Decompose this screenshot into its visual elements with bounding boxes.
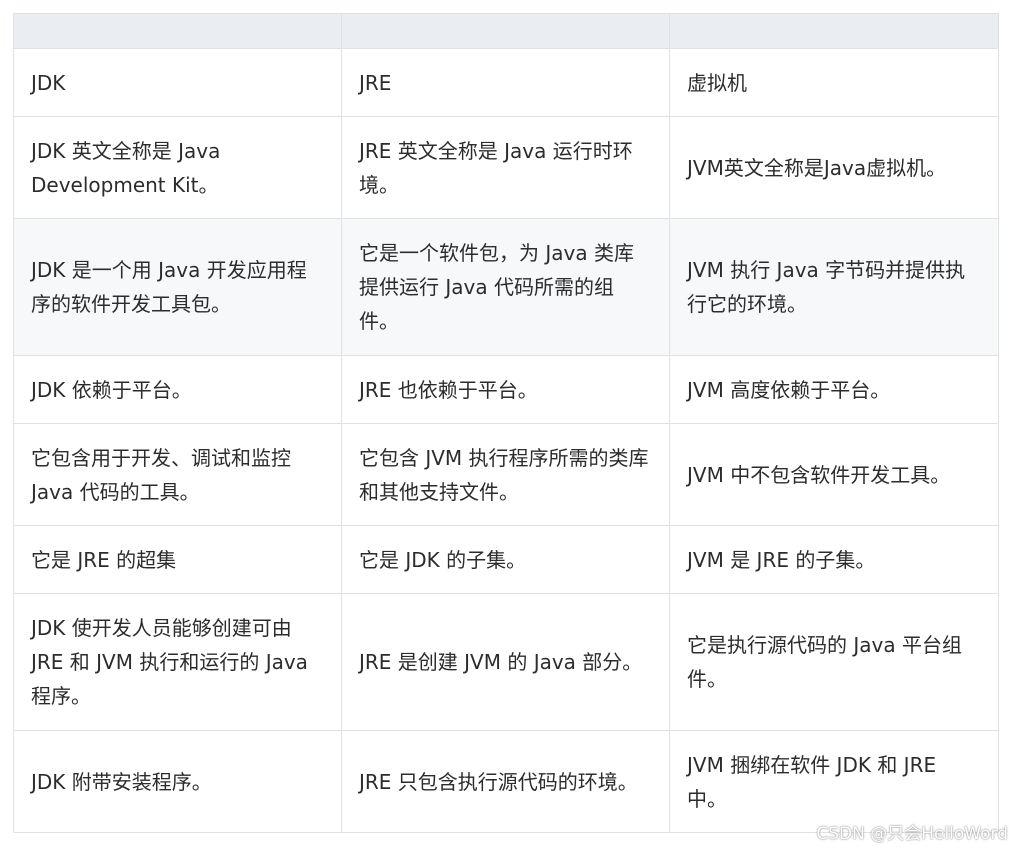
header-cell-1 [13,13,342,49]
table-cell: JRE 英文全称是 Java 运行时环境。 [341,116,670,219]
table-cell: JVM 捆绑在软件 JDK 和 JRE 中。 [669,730,999,833]
table-cell: JVM 中不包含软件开发工具。 [669,423,999,526]
table-cell: JDK 是一个用 Java 开发应用程序的软件开发工具包。 [13,218,342,356]
table-cell: JRE 只包含执行源代码的环境。 [341,730,670,833]
table-cell: JDK 使开发人员能够创建可由 JRE 和 JVM 执行和运行的 Java 程序… [13,593,342,731]
table-cell: JRE 是创建 JVM 的 Java 部分。 [341,593,670,731]
header-cell-3 [669,13,999,49]
table-cell: JDK [13,48,342,117]
table-row: JDK 英文全称是 Java Development Kit。 JRE 英文全称… [13,116,999,219]
table-row: JDK 依赖于平台。 JRE 也依赖于平台。 JVM 高度依赖于平台。 [13,355,999,424]
table-cell: 它包含用于开发、调试和监控 Java 代码的工具。 [13,423,342,526]
table-row: JDK JRE 虚拟机 [13,48,999,117]
header-cell-2 [341,13,670,49]
table-cell: JDK 英文全称是 Java Development Kit。 [13,116,342,219]
table-cell: JDK 附带安装程序。 [13,730,342,833]
table-cell: JRE [341,48,670,117]
table-cell: 它是 JDK 的子集。 [341,525,670,594]
table-cell: 它是一个软件包，为 Java 类库提供运行 Java 代码所需的组件。 [341,218,670,356]
comparison-table: JDK JRE 虚拟机 JDK 英文全称是 Java Development K… [13,13,999,833]
table-cell: JVM 是 JRE 的子集。 [669,525,999,594]
header-row [13,13,999,49]
table-cell: 它包含 JVM 执行程序所需的类库和其他支持文件。 [341,423,670,526]
table-cell: 它是执行源代码的 Java 平台组件。 [669,593,999,731]
table-cell: JDK 依赖于平台。 [13,355,342,424]
table-row: JDK 附带安装程序。 JRE 只包含执行源代码的环境。 JVM 捆绑在软件 J… [13,730,999,833]
table-row: JDK 是一个用 Java 开发应用程序的软件开发工具包。 它是一个软件包，为 … [13,218,999,356]
table-row: JDK 使开发人员能够创建可由 JRE 和 JVM 执行和运行的 Java 程序… [13,593,999,731]
table-header [13,13,999,49]
table-cell: JVM英文全称是Java虚拟机。 [669,116,999,219]
table-cell: JVM 执行 Java 字节码并提供执行它的环境。 [669,218,999,356]
table-cell: 虚拟机 [669,48,999,117]
table-cell: JRE 也依赖于平台。 [341,355,670,424]
table-cell: 它是 JRE 的超集 [13,525,342,594]
table-body: JDK JRE 虚拟机 JDK 英文全称是 Java Development K… [13,48,999,833]
table-cell: JVM 高度依赖于平台。 [669,355,999,424]
table-row: 它是 JRE 的超集 它是 JDK 的子集。 JVM 是 JRE 的子集。 [13,525,999,594]
table-row: 它包含用于开发、调试和监控 Java 代码的工具。 它包含 JVM 执行程序所需… [13,423,999,526]
watermark: CSDN @只会HelloWord [816,824,1008,844]
